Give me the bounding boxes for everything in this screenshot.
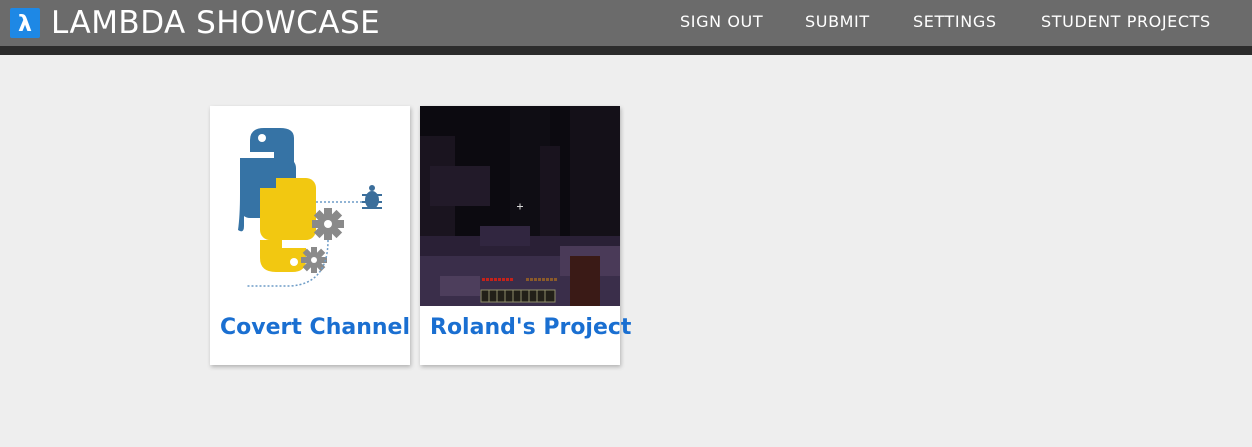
python-logo-with-gears-icon[interactable] <box>210 106 410 306</box>
nav-submit[interactable]: SUBMIT <box>805 11 870 33</box>
top-bar-shadow <box>0 46 1252 55</box>
brand[interactable]: λ LAMBDA SHOWCASE <box>10 6 380 40</box>
svg-text:λ: λ <box>18 12 32 37</box>
project-card-covert-channel[interactable]: Covert Channel <box>210 106 410 365</box>
nav-settings[interactable]: SETTINGS <box>913 11 997 33</box>
project-title-link[interactable]: Roland's Project <box>430 313 631 343</box>
nav-sign-out[interactable]: SIGN OUT <box>680 11 763 33</box>
app-title: LAMBDA SHOWCASE <box>51 5 381 41</box>
project-card-rolands-project[interactable]: Roland's Project <box>420 106 631 365</box>
lambda-logo-icon: λ <box>10 8 40 38</box>
dark-game-screenshot[interactable] <box>420 106 620 306</box>
nav-student-projects[interactable]: STUDENT PROJECTS <box>1041 11 1211 33</box>
project-title-link[interactable]: Covert Channel <box>220 313 410 343</box>
